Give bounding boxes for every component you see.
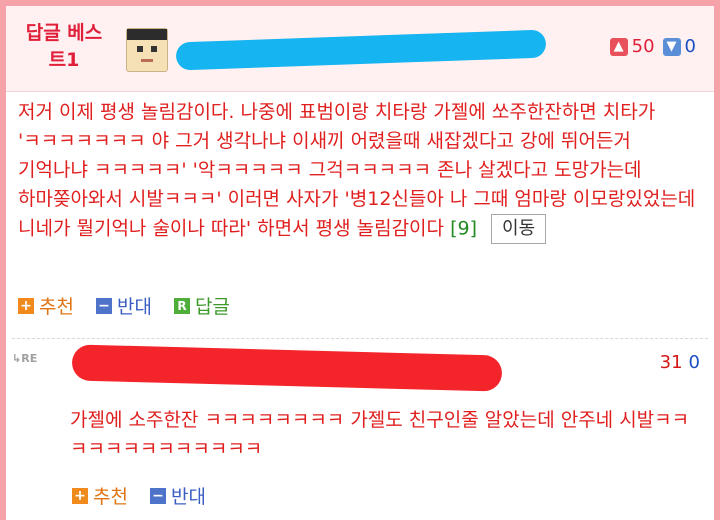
best-comment-actions: + 추천 − 반대 R 답글 bbox=[18, 292, 230, 319]
upvote-count: 50 bbox=[631, 36, 655, 57]
reply-oppose-button[interactable]: − 반대 bbox=[149, 482, 206, 509]
minus-icon: − bbox=[95, 297, 112, 314]
redacted-username bbox=[175, 29, 547, 71]
reply-button[interactable]: R 답글 bbox=[173, 292, 230, 319]
best-comment-text: 저거 이제 평생 놀림감이다. 나중에 표범이랑 치타랑 가젤에 쏘주한잔하면 … bbox=[18, 98, 698, 244]
reply-upvote-count: 31 bbox=[659, 352, 683, 373]
avatar[interactable] bbox=[126, 28, 168, 72]
re-arrow-icon: ↳RE bbox=[12, 352, 38, 365]
comment-text: 저거 이제 평생 놀림감이다. 나중에 표범이랑 치타랑 가젤에 쏘주한잔하면 … bbox=[18, 101, 696, 240]
downvote-count: 0 bbox=[684, 36, 696, 57]
reply-actions: + 추천 − 반대 bbox=[72, 482, 206, 509]
move-button[interactable]: 이동 bbox=[491, 214, 547, 244]
best-comment-header: 답글 베스트1 ▲ 50 ▼ 0 bbox=[6, 6, 714, 92]
plus-icon: + bbox=[72, 487, 88, 504]
recommend-button[interactable]: + 추천 bbox=[18, 292, 74, 319]
plus-icon: + bbox=[18, 297, 34, 314]
oppose-button[interactable]: − 반대 bbox=[95, 292, 152, 319]
vote-box: ▲ 50 ▼ 0 bbox=[609, 36, 696, 57]
reply-icon: R bbox=[173, 297, 190, 314]
reply-recommend-button[interactable]: + 추천 bbox=[72, 482, 128, 509]
best-comment-badge: 답글 베스트1 bbox=[25, 22, 103, 71]
thumbs-up-icon[interactable]: ▲ bbox=[609, 37, 628, 56]
thumbs-down-icon[interactable]: ▼ bbox=[662, 37, 681, 56]
minus-icon: − bbox=[149, 487, 166, 504]
reply-votes: 31 0 bbox=[660, 352, 700, 373]
reply-downvote-count: 0 bbox=[688, 352, 700, 373]
reply-count-link[interactable]: [9] bbox=[450, 218, 477, 240]
divider bbox=[12, 338, 708, 339]
reply-text: 가젤에 소주한잔 ㅋㅋㅋㅋㅋㅋㅋㅋ 가젤도 친구인줄 알았는데 안주네 시발ㅋㅋ… bbox=[70, 409, 690, 460]
